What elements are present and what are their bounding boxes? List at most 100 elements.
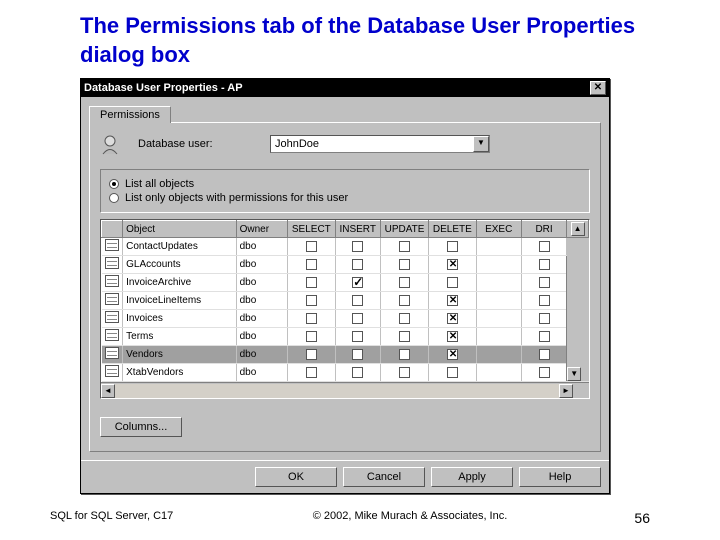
cell-delete[interactable] bbox=[429, 238, 476, 256]
cell-dri[interactable] bbox=[521, 256, 566, 274]
cell-delete[interactable] bbox=[429, 274, 476, 292]
cell-select[interactable] bbox=[288, 256, 335, 274]
checkbox-delete[interactable] bbox=[447, 295, 458, 306]
checkbox-select[interactable] bbox=[306, 367, 317, 378]
cell-insert[interactable] bbox=[335, 256, 380, 274]
table-row[interactable]: GLAccountsdbo bbox=[102, 256, 589, 274]
checkbox-update[interactable] bbox=[399, 277, 410, 288]
cell-dri[interactable] bbox=[521, 364, 566, 382]
cell-exec[interactable] bbox=[476, 238, 521, 256]
checkbox-insert[interactable] bbox=[352, 313, 363, 324]
checkbox-delete[interactable] bbox=[447, 349, 458, 360]
cell-insert[interactable] bbox=[335, 310, 380, 328]
cell-exec[interactable] bbox=[476, 364, 521, 382]
table-row[interactable]: Vendorsdbo bbox=[102, 346, 589, 364]
table-row[interactable]: Termsdbo bbox=[102, 328, 589, 346]
checkbox-update[interactable] bbox=[399, 313, 410, 324]
checkbox-select[interactable] bbox=[306, 241, 317, 252]
cell-delete[interactable] bbox=[429, 310, 476, 328]
chevron-down-icon[interactable]: ▼ bbox=[473, 136, 489, 152]
checkbox-select[interactable] bbox=[306, 295, 317, 306]
checkbox-select[interactable] bbox=[306, 331, 317, 342]
cell-select[interactable] bbox=[288, 274, 335, 292]
checkbox-select[interactable] bbox=[306, 259, 317, 270]
cell-delete[interactable] bbox=[429, 346, 476, 364]
col-owner[interactable]: Owner bbox=[236, 221, 288, 238]
table-row[interactable]: ContactUpdatesdbo▼ bbox=[102, 238, 589, 256]
columns-button[interactable]: Columns... bbox=[100, 417, 182, 437]
cell-dri[interactable] bbox=[521, 274, 566, 292]
cell-update[interactable] bbox=[380, 328, 428, 346]
cell-dri[interactable] bbox=[521, 328, 566, 346]
cell-update[interactable] bbox=[380, 364, 428, 382]
scroll-track[interactable] bbox=[115, 384, 559, 398]
cell-delete[interactable] bbox=[429, 292, 476, 310]
table-row[interactable]: InvoiceLineItemsdbo bbox=[102, 292, 589, 310]
ok-button[interactable]: OK bbox=[255, 467, 337, 487]
table-row[interactable]: InvoiceArchivedbo bbox=[102, 274, 589, 292]
checkbox-update[interactable] bbox=[399, 295, 410, 306]
cell-dri[interactable] bbox=[521, 292, 566, 310]
checkbox-delete[interactable] bbox=[447, 259, 458, 270]
radio-list-only[interactable] bbox=[109, 193, 119, 203]
cell-delete[interactable] bbox=[429, 364, 476, 382]
checkbox-insert[interactable] bbox=[352, 367, 363, 378]
table-row[interactable]: XtabVendorsdbo bbox=[102, 364, 589, 382]
checkbox-insert[interactable] bbox=[352, 259, 363, 270]
checkbox-update[interactable] bbox=[399, 367, 410, 378]
cell-dri[interactable] bbox=[521, 346, 566, 364]
checkbox-insert[interactable] bbox=[352, 331, 363, 342]
col-insert[interactable]: INSERT bbox=[335, 221, 380, 238]
checkbox-dri[interactable] bbox=[539, 277, 550, 288]
checkbox-dri[interactable] bbox=[539, 367, 550, 378]
scroll-right-icon[interactable]: ► bbox=[559, 384, 573, 398]
scrollbar-down[interactable]: ▼ bbox=[567, 367, 581, 381]
checkbox-delete[interactable] bbox=[447, 241, 458, 252]
col-update[interactable]: UPDATE bbox=[380, 221, 428, 238]
cell-dri[interactable] bbox=[521, 310, 566, 328]
cell-select[interactable] bbox=[288, 310, 335, 328]
cell-update[interactable] bbox=[380, 238, 428, 256]
vertical-scrollbar[interactable]: ▼ bbox=[567, 238, 589, 382]
col-select[interactable]: SELECT bbox=[288, 221, 335, 238]
radio-list-all[interactable] bbox=[109, 179, 119, 189]
scrollbar-up[interactable]: ▲ bbox=[567, 221, 589, 238]
apply-button[interactable]: Apply bbox=[431, 467, 513, 487]
close-icon[interactable]: ✕ bbox=[590, 81, 606, 95]
cell-select[interactable] bbox=[288, 346, 335, 364]
checkbox-delete[interactable] bbox=[447, 331, 458, 342]
checkbox-dri[interactable] bbox=[539, 295, 550, 306]
col-object[interactable]: Object bbox=[123, 221, 236, 238]
cell-update[interactable] bbox=[380, 292, 428, 310]
help-button[interactable]: Help bbox=[519, 467, 601, 487]
cell-delete[interactable] bbox=[429, 328, 476, 346]
cell-update[interactable] bbox=[380, 346, 428, 364]
cell-insert[interactable] bbox=[335, 274, 380, 292]
checkbox-delete[interactable] bbox=[447, 367, 458, 378]
cell-exec[interactable] bbox=[476, 328, 521, 346]
checkbox-dri[interactable] bbox=[539, 331, 550, 342]
cell-insert[interactable] bbox=[335, 346, 380, 364]
cell-insert[interactable] bbox=[335, 364, 380, 382]
cell-update[interactable] bbox=[380, 310, 428, 328]
col-dri[interactable]: DRI bbox=[521, 221, 566, 238]
horizontal-scrollbar[interactable]: ◄ ► bbox=[101, 382, 589, 398]
checkbox-select[interactable] bbox=[306, 313, 317, 324]
cell-update[interactable] bbox=[380, 256, 428, 274]
cell-select[interactable] bbox=[288, 328, 335, 346]
scroll-left-icon[interactable]: ◄ bbox=[101, 384, 115, 398]
cell-exec[interactable] bbox=[476, 292, 521, 310]
cell-exec[interactable] bbox=[476, 346, 521, 364]
checkbox-insert[interactable] bbox=[352, 241, 363, 252]
cell-insert[interactable] bbox=[335, 328, 380, 346]
checkbox-select[interactable] bbox=[306, 277, 317, 288]
checkbox-dri[interactable] bbox=[539, 241, 550, 252]
checkbox-delete[interactable] bbox=[447, 277, 458, 288]
checkbox-select[interactable] bbox=[306, 349, 317, 360]
checkbox-insert[interactable] bbox=[352, 349, 363, 360]
checkbox-delete[interactable] bbox=[447, 313, 458, 324]
checkbox-update[interactable] bbox=[399, 241, 410, 252]
cell-delete[interactable] bbox=[429, 256, 476, 274]
database-user-combo[interactable]: JohnDoe ▼ bbox=[270, 135, 490, 153]
checkbox-update[interactable] bbox=[399, 259, 410, 270]
